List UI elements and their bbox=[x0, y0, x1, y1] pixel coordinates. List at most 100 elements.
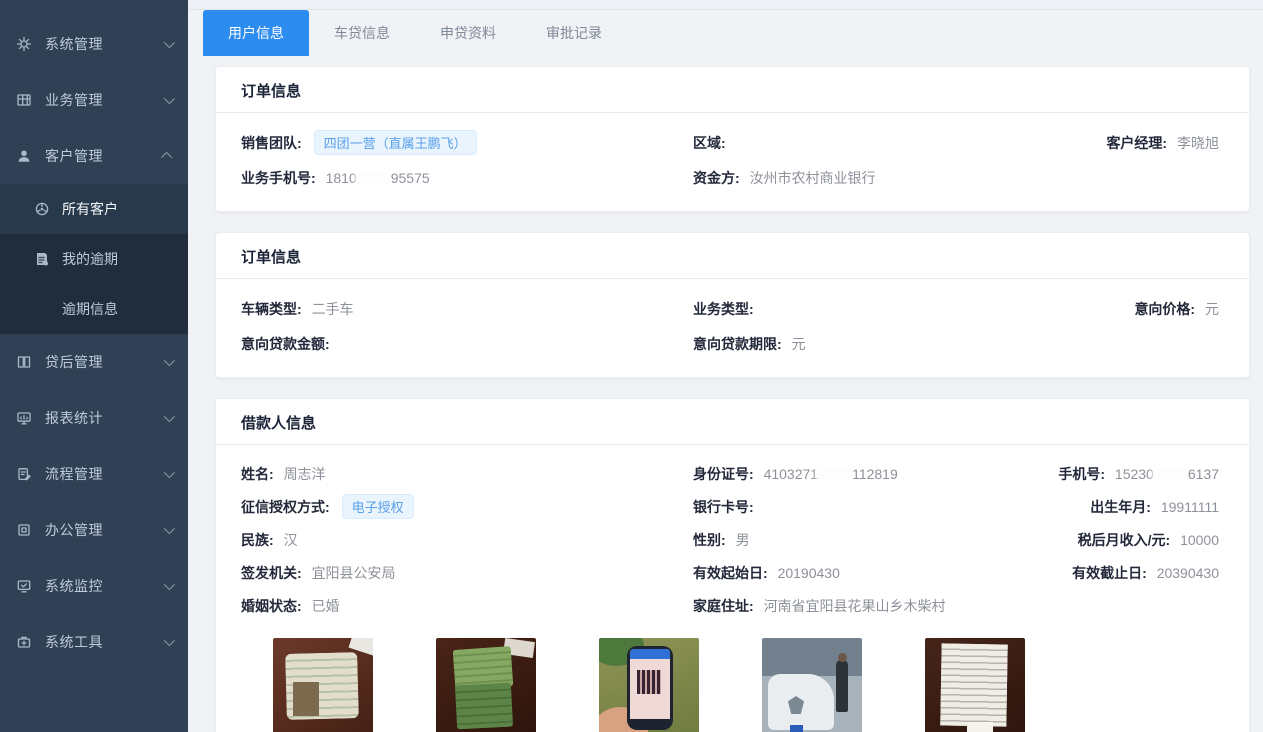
borrower-info-card: 借款人信息 姓名: 周志洋 身份证号: 4103271112819 手机号: 1… bbox=[215, 398, 1250, 732]
field-home-address: 家庭住址: 河南省宜阳县花果山乡木柴村 bbox=[693, 596, 1043, 616]
field-row: 征信授权方式: 电子授权 银行卡号: 出生年月: 19911111 bbox=[241, 490, 1219, 523]
id-card-photo-thumbnail[interactable] bbox=[273, 638, 373, 732]
field-valid-from: 有效起始日: 20190430 bbox=[693, 563, 1043, 583]
tab-label: 申贷资料 bbox=[440, 23, 496, 43]
sidebar-item-overdue-info[interactable]: 逾期信息 bbox=[0, 284, 188, 334]
field-label: 意向价格: bbox=[1134, 301, 1195, 317]
field-label: 区域: bbox=[693, 135, 726, 151]
chevron-down-icon bbox=[164, 411, 175, 422]
sidebar-item-system-monitoring[interactable]: 系统监控 bbox=[0, 558, 188, 614]
field-label: 有效起始日: bbox=[693, 565, 768, 581]
field-row: 销售团队: 四团一营（直属王鹏飞） 区域: 客户经理: 李晓旭 bbox=[241, 125, 1219, 160]
tab-approval-records[interactable]: 审批记录 bbox=[521, 10, 627, 56]
sidebar-item-label: 逾期信息 bbox=[62, 299, 118, 319]
sidebar-item-office-management[interactable]: 办公管理 bbox=[0, 502, 188, 558]
field-value: 20390430 bbox=[1157, 565, 1219, 581]
field-value: 宜阳县公安局 bbox=[312, 565, 396, 581]
id-prefix: 4103271 bbox=[764, 466, 819, 482]
green-booklet-photo-thumbnail[interactable] bbox=[436, 638, 536, 732]
photo-item: 征信证明 bbox=[599, 638, 699, 732]
book-icon bbox=[16, 354, 32, 370]
field-value: 河南省宜阳县花果山乡木柴村 bbox=[764, 598, 946, 614]
chevron-down-icon bbox=[164, 523, 175, 534]
report-monitor-icon bbox=[16, 410, 32, 426]
masked-digits bbox=[818, 468, 852, 481]
top-divider bbox=[188, 0, 1263, 10]
field-value: 二手车 bbox=[312, 301, 354, 317]
field-label: 资金方: bbox=[693, 170, 740, 186]
sidebar-item-label: 客户管理 bbox=[45, 146, 103, 166]
chevron-up-icon bbox=[161, 152, 172, 163]
sales-team-tag[interactable]: 四团一营（直属王鹏飞） bbox=[314, 130, 477, 155]
field-region: 区域: bbox=[693, 133, 1043, 153]
office-icon bbox=[16, 522, 32, 538]
handwritten-document-photo-thumbnail[interactable] bbox=[925, 638, 1025, 732]
field-label: 婚姻状态: bbox=[241, 598, 302, 614]
field-row: 民族: 汉 性别: 男 税后月收入/元: 10000 bbox=[241, 523, 1219, 556]
id-suffix: 112819 bbox=[852, 466, 898, 482]
photo-item: 人车照 bbox=[762, 638, 862, 732]
sidebar-item-process-management[interactable]: 流程管理 bbox=[0, 446, 188, 502]
chevron-down-icon bbox=[164, 355, 175, 366]
card-body: 姓名: 周志洋 身份证号: 4103271112819 手机号: 1523061… bbox=[216, 445, 1249, 732]
field-label: 银行卡号: bbox=[693, 499, 754, 515]
field-intent-price: 意向价格: 元 bbox=[1043, 299, 1219, 319]
tab-car-loan-info[interactable]: 车贷信息 bbox=[309, 10, 415, 56]
sidebar-item-label: 报表统计 bbox=[45, 408, 103, 428]
sidebar-item-system-management[interactable]: 系统管理 bbox=[0, 16, 188, 72]
photo-art bbox=[940, 643, 1007, 726]
field-label: 身份证号: bbox=[693, 466, 754, 482]
sidebar-item-business-management[interactable]: 业务管理 bbox=[0, 72, 188, 128]
field-value: 10000 bbox=[1180, 532, 1219, 548]
field-label: 业务手机号: bbox=[241, 170, 316, 186]
sidebar-item-postloan-management[interactable]: 贷后管理 bbox=[0, 334, 188, 390]
field-row: 业务手机号: 181095575 资金方: 汝州市农村商业银行 bbox=[241, 160, 1219, 195]
field-label: 有效截止日: bbox=[1072, 565, 1147, 581]
photo-item: 驾驶证副页 bbox=[436, 638, 536, 732]
masked-digits bbox=[1154, 468, 1188, 481]
chevron-down-icon bbox=[164, 579, 175, 590]
gear-icon bbox=[16, 36, 32, 52]
field-credit-auth-method: 征信授权方式: 电子授权 bbox=[241, 494, 693, 519]
grid-icon bbox=[16, 92, 32, 108]
tab-label: 审批记录 bbox=[546, 23, 602, 43]
photo-art bbox=[293, 682, 319, 716]
main-content: 用户信息 车贷信息 申贷资料 审批记录 订单信息 销售团队: 四团一营（直属王鹏… bbox=[188, 0, 1263, 732]
sidebar-item-customer-management[interactable]: 客户管理 bbox=[0, 128, 188, 184]
tab-label: 用户信息 bbox=[228, 23, 284, 43]
field-value: 汉 bbox=[284, 532, 298, 548]
field-birth-date: 出生年月: 19911111 bbox=[1043, 497, 1219, 517]
field-ethnicity: 民族: 汉 bbox=[241, 530, 693, 550]
sidebar: 系统管理 业务管理 客户管理 所有客户 我的逾期 逾 bbox=[0, 0, 188, 732]
sidebar-item-my-overdue[interactable]: 我的逾期 bbox=[0, 234, 188, 284]
sidebar-item-report-statistics[interactable]: 报表统计 bbox=[0, 390, 188, 446]
field-vehicle-type: 车辆类型: 二手车 bbox=[241, 299, 693, 319]
card-body: 车辆类型: 二手车 业务类型: 意向价格: 元 意向贷款金额: bbox=[216, 279, 1249, 377]
field-label: 销售团队: bbox=[241, 135, 302, 151]
card-title: 借款人信息 bbox=[216, 399, 1249, 445]
photo-item: 身份证 bbox=[273, 638, 373, 732]
field-label: 税后月收入/元: bbox=[1078, 532, 1171, 548]
chevron-down-icon bbox=[164, 467, 175, 478]
sidebar-item-all-customers[interactable]: 所有客户 bbox=[0, 184, 188, 234]
field-mobile-phone: 手机号: 152306137 bbox=[1043, 464, 1219, 484]
tab-loan-application-materials[interactable]: 申贷资料 bbox=[415, 10, 521, 56]
chevron-down-icon bbox=[164, 93, 175, 104]
sidebar-item-system-tools[interactable]: 系统工具 bbox=[0, 614, 188, 670]
borrower-photos: 身份证 驾驶证副页 bbox=[273, 638, 1219, 732]
field-value: 周志洋 bbox=[284, 466, 326, 482]
icon-spacer bbox=[34, 301, 50, 317]
phone-qr-auth-photo-thumbnail[interactable] bbox=[599, 638, 699, 732]
person-with-car-photo-thumbnail[interactable] bbox=[762, 638, 862, 732]
detail-tabs: 用户信息 车贷信息 申贷资料 审批记录 bbox=[188, 10, 1263, 56]
customer-badge-icon bbox=[34, 201, 50, 217]
credit-auth-tag[interactable]: 电子授权 bbox=[342, 494, 414, 519]
field-row: 意向贷款金额: 意向贷款期限: 元 bbox=[241, 326, 1219, 361]
tab-user-info[interactable]: 用户信息 bbox=[203, 10, 309, 56]
field-issuing-authority: 签发机关: 宜阳县公安局 bbox=[241, 563, 693, 583]
user-icon bbox=[16, 148, 32, 164]
sidebar-item-label: 系统监控 bbox=[45, 576, 103, 596]
field-value: 男 bbox=[736, 532, 750, 548]
phone-prefix: 1810 bbox=[326, 170, 357, 186]
sidebar-item-label: 贷后管理 bbox=[45, 352, 103, 372]
